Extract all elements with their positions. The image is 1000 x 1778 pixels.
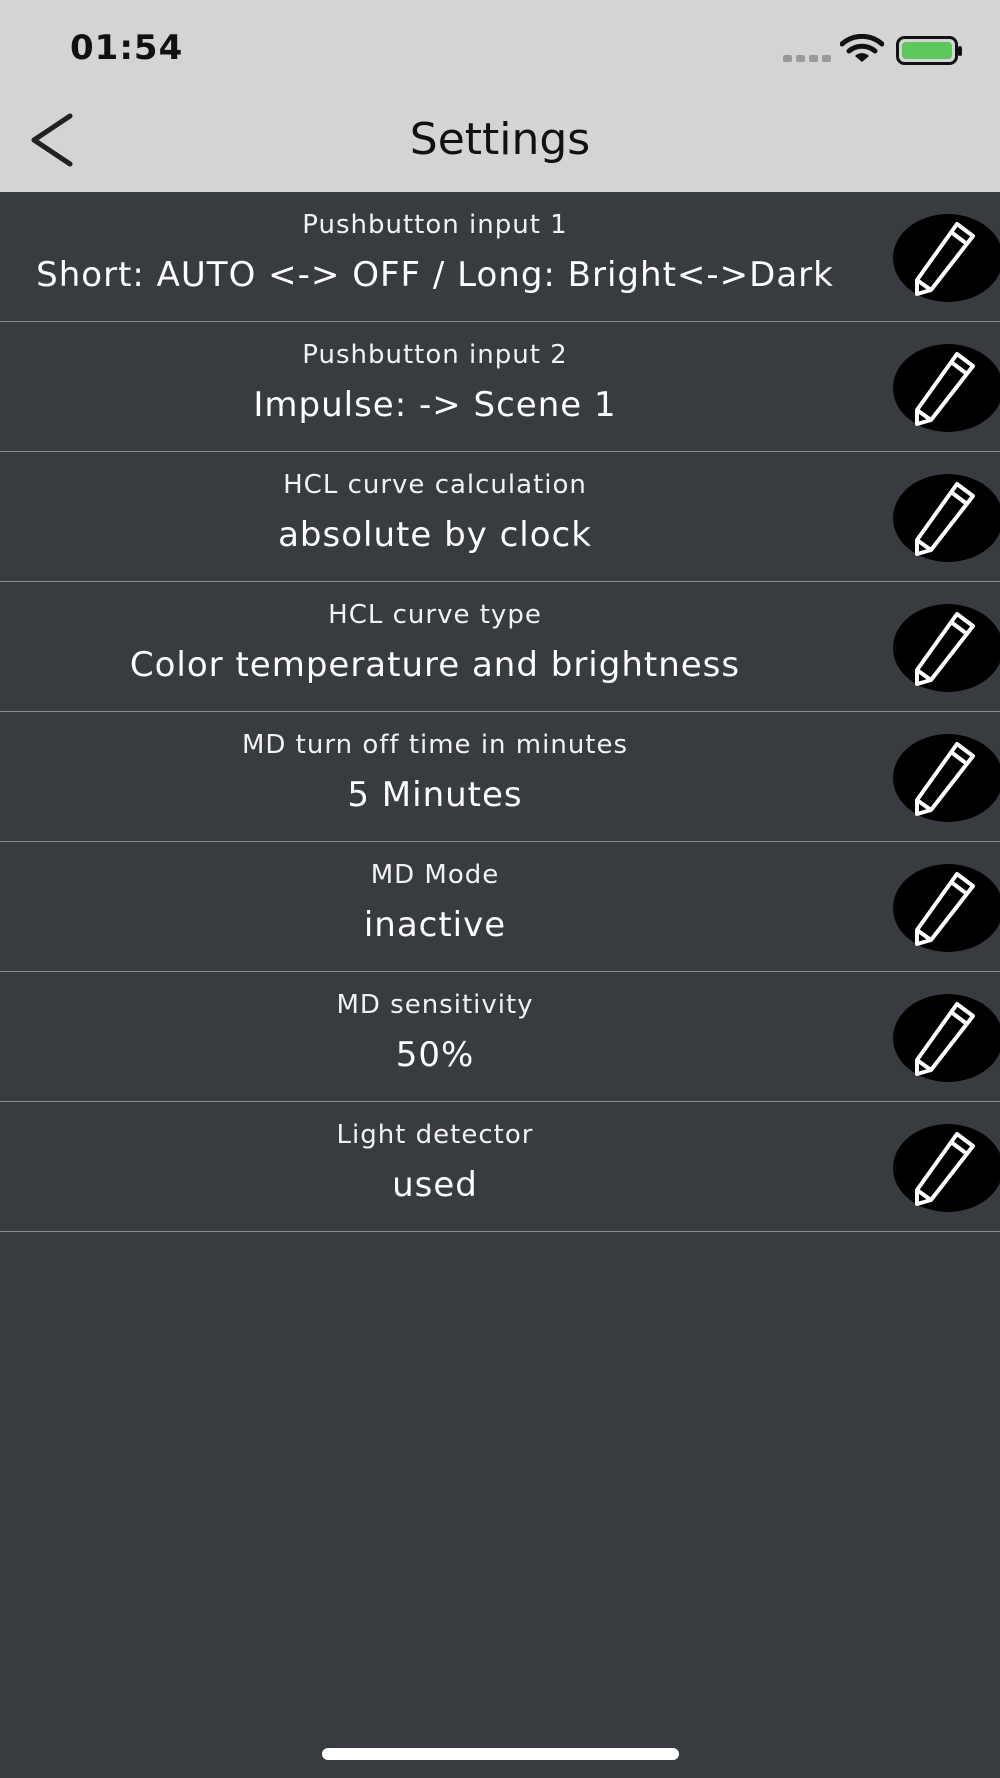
setting-row-hcl-curve-type[interactable]: HCL curve type Color temperature and bri… (0, 582, 1000, 712)
setting-row-md-sensitivity[interactable]: MD sensitivity 50% (0, 972, 1000, 1102)
edit-button[interactable] (893, 734, 1000, 822)
header: 01:54 Settings (0, 0, 1000, 192)
pencil-icon (915, 1002, 975, 1076)
setting-row-pushbutton-input-2[interactable]: Pushbutton input 2 Impulse: -> Scene 1 (0, 322, 1000, 452)
edit-button[interactable] (893, 994, 1000, 1082)
setting-label: HCL curve type (328, 600, 542, 630)
cellular-signal-icon (783, 55, 831, 62)
pencil-icon (915, 1132, 975, 1206)
setting-value: Impulse: -> Scene 1 (253, 385, 617, 425)
setting-value: 5 Minutes (347, 775, 523, 815)
pencil-icon (915, 482, 975, 556)
pencil-icon (915, 872, 975, 946)
setting-value: Color temperature and brightness (129, 645, 741, 685)
setting-value: Short: AUTO <-> OFF / Long: Bright<->Dar… (36, 255, 834, 295)
setting-row-pushbutton-input-1[interactable]: Pushbutton input 1 Short: AUTO <-> OFF /… (0, 192, 1000, 322)
setting-value: absolute by clock (278, 515, 592, 555)
setting-value: 50% (395, 1035, 475, 1075)
setting-row-md-turn-off-time[interactable]: MD turn off time in minutes 5 Minutes (0, 712, 1000, 842)
setting-label: HCL curve calculation (283, 470, 587, 500)
edit-button[interactable] (893, 214, 1000, 302)
edit-button[interactable] (893, 344, 1000, 432)
pencil-icon (915, 352, 975, 426)
setting-label: MD Mode (370, 860, 500, 890)
setting-row-md-mode[interactable]: MD Mode inactive (0, 842, 1000, 972)
status-time: 01:54 (70, 28, 184, 68)
edit-button[interactable] (893, 604, 1000, 692)
edit-button[interactable] (893, 1124, 1000, 1212)
wifi-icon (840, 34, 884, 62)
home-indicator[interactable] (322, 1748, 679, 1760)
battery-icon (896, 36, 962, 65)
setting-value: used (392, 1165, 478, 1205)
page-title: Settings (409, 114, 591, 165)
setting-label: MD turn off time in minutes (241, 730, 629, 760)
setting-label: Pushbutton input 1 (302, 210, 568, 240)
edit-button[interactable] (893, 474, 1000, 562)
setting-row-light-detector[interactable]: Light detector used (0, 1102, 1000, 1232)
settings-list: Pushbutton input 1 Short: AUTO <-> OFF /… (0, 192, 1000, 1232)
setting-row-hcl-curve-calculation[interactable]: HCL curve calculation absolute by clock (0, 452, 1000, 582)
setting-label: Pushbutton input 2 (302, 340, 568, 370)
pencil-icon (915, 742, 975, 816)
edit-button[interactable] (893, 864, 1000, 952)
setting-value: inactive (363, 905, 507, 945)
pencil-icon (915, 612, 975, 686)
setting-label: Light detector (336, 1120, 534, 1150)
pencil-icon (915, 222, 975, 296)
setting-label: MD sensitivity (336, 990, 534, 1020)
